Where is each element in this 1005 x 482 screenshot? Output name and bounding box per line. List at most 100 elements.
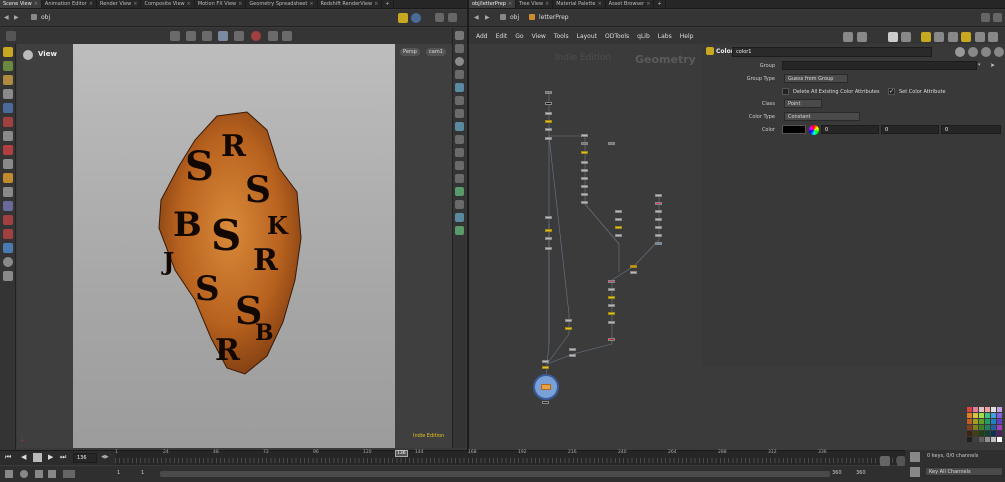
wrench-icon[interactable] — [843, 32, 853, 42]
close-icon[interactable]: × — [545, 0, 549, 8]
network-node[interactable] — [545, 91, 552, 94]
gear-icon[interactable] — [955, 47, 965, 57]
range-slider[interactable] — [160, 471, 830, 477]
grid-icon[interactable] — [234, 31, 244, 41]
forward-arrow-icon[interactable]: ▶ — [14, 14, 19, 21]
vertex-icon[interactable] — [455, 148, 464, 157]
close-icon[interactable]: × — [597, 0, 601, 8]
menu-labs[interactable]: Labs — [658, 33, 672, 40]
tab-tree-view[interactable]: Tree View × — [516, 0, 554, 8]
wireframe-icon[interactable] — [455, 44, 464, 53]
paint-tool-icon[interactable] — [2, 159, 13, 169]
network-node[interactable] — [615, 234, 622, 237]
playback-start-field[interactable]: 1 — [141, 470, 144, 476]
points-icon[interactable] — [455, 122, 464, 131]
key-all-icon[interactable] — [910, 467, 920, 477]
pose-tool-icon[interactable] — [2, 117, 13, 127]
sphere-tool-icon[interactable] — [2, 257, 13, 267]
network-node[interactable] — [655, 210, 662, 213]
network-node[interactable] — [608, 304, 615, 307]
network-node[interactable] — [569, 348, 576, 351]
key-filter-dropdown[interactable]: Key All Channels — [925, 467, 1003, 476]
network-node[interactable] — [581, 169, 588, 172]
network-node[interactable] — [655, 202, 662, 205]
sticky-note-icon[interactable] — [921, 32, 931, 42]
group-type-dropdown[interactable]: Guess from Group — [784, 74, 848, 83]
network-node[interactable] — [655, 234, 662, 237]
network-node[interactable] — [565, 319, 572, 322]
tab-redshift-renderview[interactable]: Redshift RenderView × — [318, 0, 383, 8]
magnet-alt-tool-icon[interactable] — [2, 229, 13, 239]
close-icon[interactable]: × — [89, 0, 93, 8]
select-tool-icon[interactable] — [2, 47, 13, 57]
network-node[interactable] — [545, 237, 552, 240]
network-box-icon[interactable] — [934, 32, 944, 42]
path-segment-obj[interactable]: obj — [41, 14, 50, 21]
texture-icon[interactable] — [455, 83, 464, 92]
grid-view-icon[interactable] — [888, 32, 898, 42]
close-icon[interactable]: × — [646, 0, 650, 8]
pin-view-icon[interactable] — [6, 31, 16, 41]
scene-viewport[interactable]: View Persp cam1 S R S B S R S S R K J B … — [17, 44, 466, 448]
network-node[interactable] — [581, 201, 588, 204]
tab-asset-browser[interactable]: Asset Browser × — [606, 0, 655, 8]
dot-icon[interactable] — [948, 32, 958, 42]
network-node[interactable] — [542, 360, 549, 363]
link-icon[interactable] — [411, 13, 421, 23]
start-frame-field[interactable]: 1 — [117, 470, 120, 476]
color-palette[interactable] — [967, 407, 1003, 443]
scale-tool-icon[interactable] — [2, 89, 13, 99]
edge-select-icon[interactable] — [186, 31, 196, 41]
back-arrow-icon[interactable]: ◀ — [474, 14, 479, 21]
menu-tools[interactable]: Tools — [554, 33, 569, 40]
network-node[interactable] — [581, 193, 588, 196]
lighting-icon[interactable] — [455, 70, 464, 79]
jump-start-icon[interactable]: ⏮ — [5, 453, 11, 462]
menu-go[interactable]: Go — [515, 33, 523, 40]
tab-geometry-spreadsheet[interactable]: Geometry Spreadsheet × — [246, 0, 318, 8]
stop-icon[interactable] — [33, 453, 42, 462]
transform-icon[interactable] — [202, 31, 212, 41]
light-icon[interactable] — [455, 96, 464, 105]
tab-network-editor[interactable]: obj/letterPrep × — [469, 0, 517, 8]
network-node[interactable] — [655, 194, 662, 197]
network-node[interactable] — [655, 242, 662, 245]
path-segment-letterprep[interactable]: letterPrep — [539, 14, 569, 21]
close-icon[interactable]: × — [309, 0, 313, 8]
tools-icon[interactable] — [857, 32, 867, 42]
selected-color-node[interactable] — [533, 374, 559, 400]
network-node[interactable] — [608, 142, 615, 145]
menu-qlib[interactable]: qLib — [637, 33, 650, 40]
tab-material-palette[interactable]: Material Palette × — [553, 0, 606, 8]
group-dropdown-icon[interactable]: ▾ — [978, 62, 981, 68]
realtime-icon[interactable] — [5, 470, 13, 478]
pane-menu-icon[interactable] — [435, 13, 444, 22]
info-icon[interactable] — [994, 47, 1004, 57]
network-node[interactable] — [569, 354, 576, 357]
current-frame-marker[interactable]: 136 — [395, 450, 408, 457]
class-dropdown[interactable]: Point — [784, 99, 822, 108]
playback-end-field[interactable]: 360 — [832, 470, 842, 476]
network-node[interactable] — [608, 312, 615, 315]
template-icon[interactable] — [455, 187, 464, 196]
pane-maximize-icon[interactable] — [993, 13, 1002, 22]
set-color-attribute-checkbox[interactable]: ✓ — [888, 88, 895, 95]
snap-icon[interactable] — [218, 31, 228, 41]
network-node[interactable] — [545, 229, 552, 232]
numbers-icon[interactable] — [455, 174, 464, 183]
network-node[interactable] — [608, 321, 615, 324]
close-icon[interactable]: × — [374, 0, 378, 8]
play-reverse-icon[interactable]: ◀ — [21, 453, 26, 461]
magnet-tool-icon[interactable] — [2, 215, 13, 225]
node-name-field[interactable]: color1 — [732, 47, 932, 57]
network-node[interactable] — [630, 271, 637, 274]
menu-view[interactable]: View — [532, 33, 546, 40]
help-icon[interactable] — [981, 47, 991, 57]
safe-area-icon[interactable] — [455, 200, 464, 209]
group-field[interactable] — [782, 61, 977, 70]
tab-render-view[interactable]: Render View × — [97, 0, 142, 8]
menu-layout[interactable]: Layout — [577, 33, 597, 40]
network-node[interactable] — [545, 247, 552, 250]
tab-motion-fx-view[interactable]: Motion FX View × — [195, 0, 247, 8]
network-node[interactable] — [545, 137, 552, 140]
